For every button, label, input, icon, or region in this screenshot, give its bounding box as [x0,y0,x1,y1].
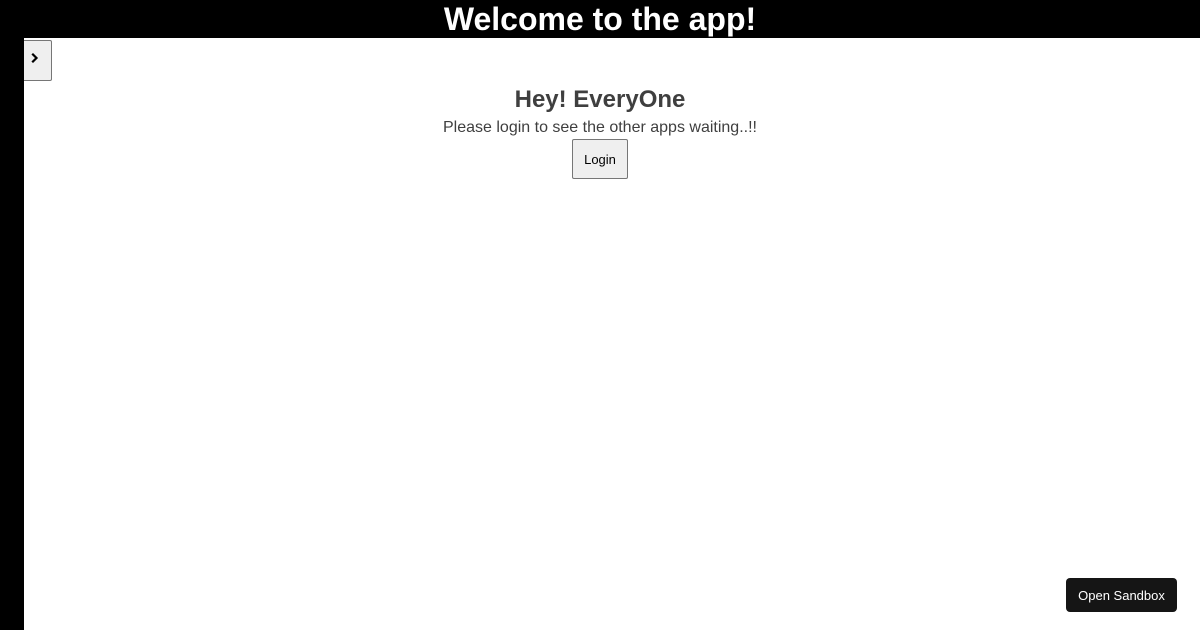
sidebar-strip [0,38,24,630]
chevron-right-icon [31,52,39,64]
app-page: Welcome to the app! Hey! EveryOne Please… [0,0,1200,630]
app-title: Welcome to the app! [443,1,757,37]
open-sandbox-button[interactable]: Open Sandbox [1066,578,1177,612]
greeting-heading: Hey! EveryOne [514,86,686,113]
header-bar: Welcome to the app! [0,0,1200,38]
sidebar-toggle-button[interactable] [24,40,52,81]
login-prompt-text: Please login to see the other apps waiti… [443,119,757,136]
login-button[interactable]: Login [572,139,628,179]
